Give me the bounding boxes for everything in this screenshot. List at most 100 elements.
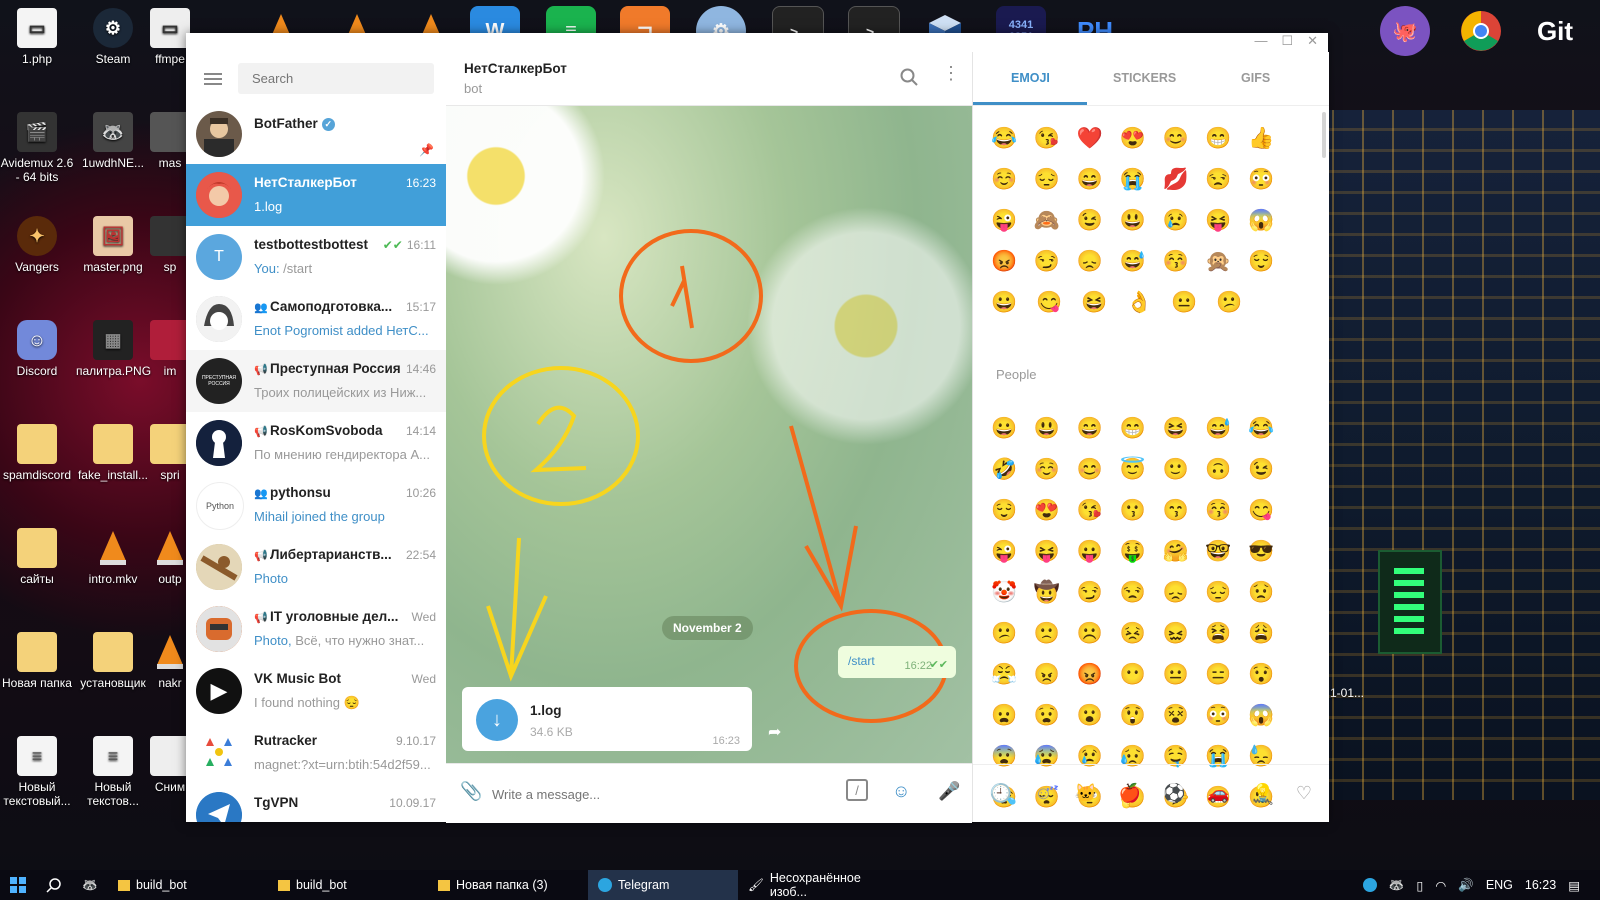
tab-gifs[interactable]: GIFS bbox=[1241, 71, 1270, 85]
emoji-button[interactable]: 🤡 bbox=[991, 581, 1034, 605]
chat-item-roskomsvoboda[interactable]: 📢 RosKomSvoboda 14:14 По мнению гендирект… bbox=[186, 412, 446, 474]
maximize-icon[interactable]: ☐ bbox=[1281, 33, 1293, 49]
emoji-button[interactable]: 😁 bbox=[1205, 127, 1248, 151]
emoji-button[interactable]: 😧 bbox=[1034, 704, 1077, 728]
desktop-icon-steam[interactable]: ⚙ Steam bbox=[76, 8, 150, 66]
emoji-button[interactable]: 😒 bbox=[1205, 168, 1248, 192]
emoji-button[interactable]: 😗 bbox=[1120, 499, 1163, 523]
emoji-button[interactable]: 😂 bbox=[1248, 417, 1291, 441]
emoji-button[interactable]: 😄 bbox=[1077, 417, 1120, 441]
desktop-icon-image[interactable]: 🦝 1uwdhNE... bbox=[76, 112, 150, 170]
emoji-button[interactable]: 😄 bbox=[1077, 168, 1120, 192]
emoji-button[interactable]: ❤️ bbox=[1077, 127, 1120, 151]
emoji-button[interactable]: 😘 bbox=[1034, 127, 1077, 151]
chat-item-testbot[interactable]: T testbottestbottest ✔✔ 16:11 You: /start bbox=[186, 226, 446, 288]
emoji-button[interactable]: 🤓 bbox=[1205, 540, 1248, 564]
emoji-button[interactable]: 😍 bbox=[1034, 499, 1077, 523]
emoji-button[interactable]: 😘 bbox=[1077, 499, 1120, 523]
desktop-icon-ffmpeg[interactable]: ▭ ffmpe bbox=[150, 8, 190, 66]
emoji-button[interactable]: 😀 bbox=[991, 291, 1036, 315]
emoji-button[interactable]: 😋 bbox=[1248, 499, 1291, 523]
emoji-button[interactable]: 😵 bbox=[1162, 704, 1205, 728]
forward-icon[interactable]: ➦ bbox=[768, 722, 781, 742]
emoji-button[interactable]: 😎 bbox=[1248, 540, 1291, 564]
emoji-button[interactable]: 😶 bbox=[1120, 663, 1163, 687]
emoji-button[interactable]: 😔 bbox=[1034, 168, 1077, 192]
message-input[interactable] bbox=[490, 781, 834, 807]
menu-icon[interactable] bbox=[204, 72, 222, 85]
taskbar-search-icon[interactable] bbox=[36, 870, 72, 900]
taskbar-app-icon[interactable]: 🦝 bbox=[72, 870, 108, 900]
emoji-button[interactable]: 🤗 bbox=[1162, 540, 1205, 564]
emoji-button[interactable]: 😟 bbox=[1248, 581, 1291, 605]
emoji-button[interactable]: 😡 bbox=[991, 250, 1034, 274]
desktop-icon-new-text-2[interactable]: ≡ Новый текстов... bbox=[76, 736, 150, 808]
emoji-button[interactable]: 😝 bbox=[1034, 540, 1077, 564]
chat-item-pythonsu[interactable]: Python 👥 pythonsu 10:26 Mihail joined the… bbox=[186, 474, 446, 536]
emoji-button[interactable]: 😃 bbox=[1120, 209, 1163, 233]
emoji-button[interactable]: 👍 bbox=[1248, 127, 1291, 151]
chat-item-tgvpn[interactable]: TgVPN 10.09.17 bbox=[186, 784, 446, 822]
chat-item-samopodgotovka[interactable]: 👥 Самоподготовка... 15:17 Enot Pogromist … bbox=[186, 288, 446, 350]
taskbar-item-new-folder[interactable]: Новая папка (3) bbox=[428, 870, 588, 900]
emoji-button[interactable]: 😠 bbox=[1034, 663, 1077, 687]
food-category-icon[interactable]: 🍎 bbox=[1119, 783, 1141, 804]
emoji-button[interactable]: 😩 bbox=[1248, 622, 1291, 646]
emoji-button[interactable]: 😡 bbox=[1077, 663, 1120, 687]
desktop-icon-spamdiscord[interactable]: spamdiscord bbox=[0, 424, 74, 482]
desktop-icon-avidemux[interactable]: 🎬 Avidemux 2.6 - 64 bits bbox=[0, 112, 74, 184]
emoji-button[interactable]: 💋 bbox=[1162, 168, 1205, 192]
desktop-icon-1php[interactable]: ▭ 1.php bbox=[0, 8, 74, 66]
chat-item-libertarian[interactable]: 📢 Либертарианств... 22:54 Photo bbox=[186, 536, 446, 598]
emoji-button[interactable]: ☹️ bbox=[1077, 622, 1120, 646]
emoji-button[interactable]: 😞 bbox=[1162, 581, 1205, 605]
emoji-button[interactable]: 😍 bbox=[1120, 127, 1163, 151]
battery-icon[interactable]: ▯ bbox=[1416, 878, 1423, 893]
chrome-top-icon[interactable] bbox=[1456, 6, 1506, 56]
message-text[interactable]: /start bbox=[848, 654, 875, 668]
travel-category-icon[interactable]: 🚗 bbox=[1207, 783, 1229, 804]
emoji-button[interactable]: 😊 bbox=[1077, 458, 1120, 482]
taskbar-item-build-bot-1[interactable]: build_bot bbox=[108, 870, 268, 900]
emoji-button[interactable]: 😐 bbox=[1171, 291, 1216, 315]
recent-clock-icon[interactable]: 🕘 bbox=[990, 783, 1012, 804]
emoji-button[interactable]: 🤑 bbox=[1120, 540, 1163, 564]
emoji-button[interactable]: 🙃 bbox=[1205, 458, 1248, 482]
taskbar-item-build-bot-2[interactable]: build_bot bbox=[268, 870, 428, 900]
emoji-button[interactable]: 😅 bbox=[1205, 417, 1248, 441]
animal-category-icon[interactable]: 🐱 bbox=[1074, 783, 1096, 804]
minimize-icon[interactable]: — bbox=[1254, 33, 1267, 49]
taskbar-item-paint[interactable]: 🖌 Несохранённое изоб... bbox=[738, 870, 908, 900]
desktop-icon-spri[interactable]: spri bbox=[150, 424, 190, 482]
tray-app-icon[interactable]: 🦝 bbox=[1389, 878, 1405, 893]
emoji-button[interactable]: 😏 bbox=[1034, 250, 1077, 274]
git-top-icon[interactable]: Git bbox=[1530, 6, 1580, 56]
emoji-button[interactable]: 😭 bbox=[1120, 168, 1163, 192]
emoji-button[interactable]: 😋 bbox=[1036, 291, 1081, 315]
chat-item-rutracker[interactable]: Rutracker 9.10.17 magnet:?xt=urn:btih:54… bbox=[186, 722, 446, 784]
emoji-button[interactable]: 😀 bbox=[991, 417, 1034, 441]
emoji-button[interactable]: 😐 bbox=[1162, 663, 1205, 687]
emoji-button[interactable]: 😖 bbox=[1162, 622, 1205, 646]
incoming-file-message[interactable]: ↓ 1.log 34.6 KB 16:23 bbox=[462, 687, 752, 751]
emoji-button[interactable]: 🤠 bbox=[1034, 581, 1077, 605]
emoji-button[interactable]: 😏 bbox=[1077, 581, 1120, 605]
desktop-icon-fake-install[interactable]: fake_install... bbox=[76, 424, 150, 482]
smiley-category-icon[interactable]: ☺ bbox=[1034, 783, 1052, 804]
desktop-icon-vangers[interactable]: ✦ Vangers bbox=[0, 216, 74, 274]
chat-item-botfather[interactable]: BotFather ✓ 📌 bbox=[186, 105, 446, 164]
emoji-button[interactable]: 🙈 bbox=[1034, 209, 1077, 233]
emoji-button[interactable]: 🤣 bbox=[991, 458, 1034, 482]
clock[interactable]: 16:23 bbox=[1525, 878, 1556, 892]
emoji-button[interactable]: 😜 bbox=[991, 209, 1034, 233]
chat-item-vk-music[interactable]: ▶ VK Music Bot Wed I found nothing 😔 bbox=[186, 660, 446, 722]
desktop-icon-mas[interactable]: mas bbox=[150, 112, 190, 170]
search-input[interactable] bbox=[238, 63, 434, 94]
emoji-button[interactable]: 😇 bbox=[1120, 458, 1163, 482]
emoji-button[interactable]: 😕 bbox=[991, 622, 1034, 646]
emoji-button[interactable]: 😒 bbox=[1120, 581, 1163, 605]
emoji-button[interactable]: 🙊 bbox=[1205, 250, 1248, 274]
emoji-button[interactable]: 😃 bbox=[1034, 417, 1077, 441]
github-top-icon[interactable]: 🐙 bbox=[1380, 6, 1430, 56]
emoji-button[interactable]: 😁 bbox=[1120, 417, 1163, 441]
